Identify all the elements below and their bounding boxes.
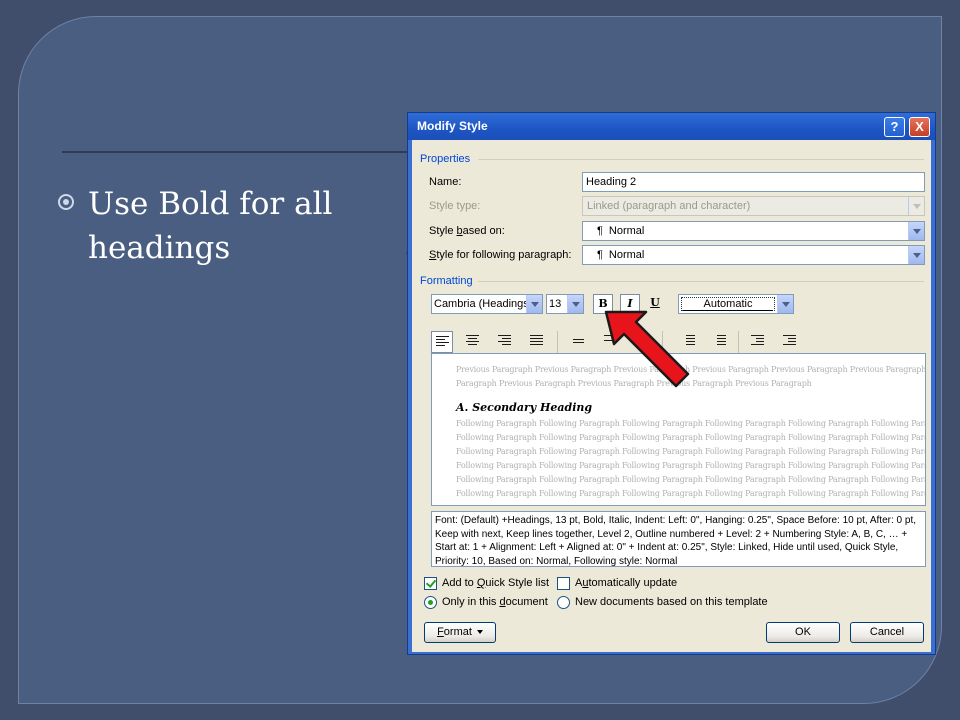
justify-button[interactable] [526,331,548,353]
style-type-label: Style type: [429,200,481,212]
paragraph-mark-icon: ¶ [597,249,603,261]
new-documents-label[interactable]: New documents based on this template [575,596,768,608]
add-quick-style-checkbox[interactable] [424,577,437,590]
ok-button[interactable]: OK [766,622,840,643]
align-right-icon [498,335,511,347]
name-label: Name: [429,176,462,188]
properties-section-label: Properties [420,153,471,165]
style-type-select: Linked (paragraph and character) [582,196,925,216]
bullet-circle-icon [58,194,74,210]
only-this-document-label[interactable]: Only in this document [442,596,548,608]
align-left-icon [436,336,449,348]
preview-following-line: Following Paragraph Following Paragraph … [456,489,926,498]
name-input[interactable]: Heading 2 [582,172,925,192]
style-based-on-label: Style based on: [429,225,505,237]
formatting-divider [478,281,924,282]
preview-following-line: Following Paragraph Following Paragraph … [456,433,926,442]
preview-heading: A. Secondary Heading [456,401,593,414]
bullet-item: Use Bold for all headings [58,182,388,270]
properties-divider [478,159,924,160]
preview-following-line: Following Paragraph Following Paragraph … [456,447,926,456]
increase-indent-icon [783,335,796,347]
auto-update-label[interactable]: Automatically update [575,577,677,589]
format-menu-button[interactable]: Format [424,622,496,643]
chevron-down-icon[interactable] [567,295,583,313]
single-spacing-button[interactable] [569,331,591,353]
toolbar-separator [557,331,558,353]
chevron-down-icon[interactable] [777,295,793,313]
preview-following-line: Following Paragraph Following Paragraph … [456,419,926,428]
cancel-button[interactable]: Cancel [850,622,924,643]
formatting-section-label: Formatting [420,275,473,287]
style-description: Font: (Default) +Headings, 13 pt, Bold, … [431,511,926,567]
space-after-button[interactable] [708,331,730,353]
style-based-on-select[interactable]: ¶ Normal [582,221,925,241]
preview-following-line: Following Paragraph Following Paragraph … [456,461,926,470]
decrease-indent-icon [751,335,764,347]
chevron-down-icon[interactable] [908,246,924,264]
following-style-label: Style for following paragraph: [429,249,572,261]
decrease-indent-button[interactable] [746,331,768,353]
space-after-icon [717,335,730,347]
add-quick-style-label[interactable]: Add to Quick Style list [442,577,549,589]
align-left-button[interactable] [431,331,453,353]
chevron-down-icon[interactable] [908,222,924,240]
dialog-title: Modify Style [417,119,488,133]
only-this-document-radio[interactable] [424,596,437,609]
chevron-down-icon[interactable] [526,295,542,313]
red-arrow-annotation [604,310,690,388]
close-button[interactable]: X [909,117,930,137]
new-documents-radio[interactable] [557,596,570,609]
help-button[interactable]: ? [884,117,905,137]
caret-down-icon [476,630,483,635]
paragraph-mark-icon: ¶ [597,225,603,237]
chevron-down-icon [908,197,924,215]
dialog-title-bar[interactable]: Modify Style ? X [408,113,935,140]
preview-following-line: Following Paragraph Following Paragraph … [456,475,926,484]
align-right-button[interactable] [494,331,516,353]
font-size-select[interactable]: 13 [546,294,584,314]
align-center-icon [466,335,479,347]
bullet-text: Use Bold for all headings [88,186,333,266]
following-style-select[interactable]: ¶ Normal [582,245,925,265]
arrow-shape [604,310,690,388]
increase-indent-button[interactable] [778,331,800,353]
justify-icon [530,335,543,347]
auto-update-checkbox[interactable] [557,577,570,590]
single-spacing-icon [573,339,586,345]
toolbar-separator [738,331,739,353]
font-select[interactable]: Cambria (Headings) [431,294,543,314]
align-center-button[interactable] [462,331,484,353]
